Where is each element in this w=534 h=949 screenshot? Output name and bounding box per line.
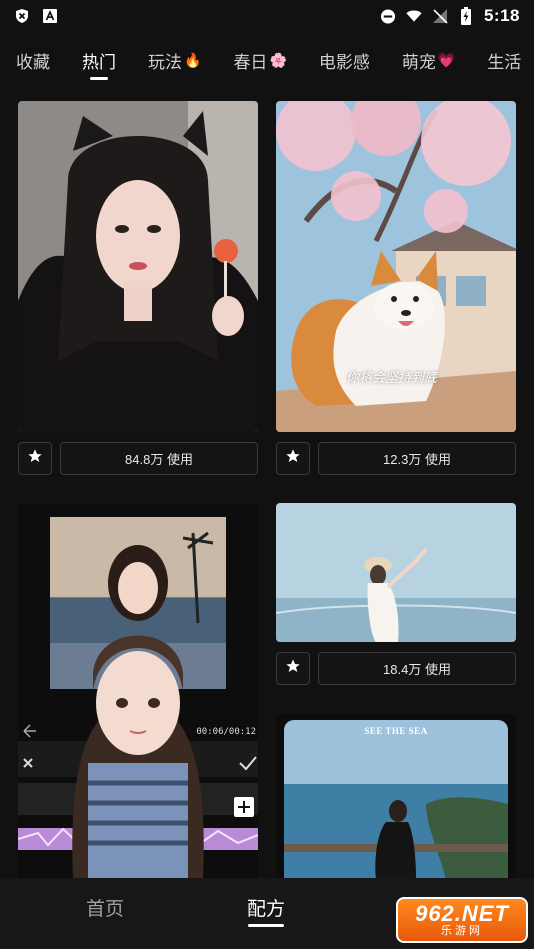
watermark-text: 962.NET	[415, 900, 509, 926]
text-a-icon	[42, 8, 58, 24]
tab-favorites[interactable]: 收藏	[0, 42, 66, 78]
card-actions: 18.4万 使用	[276, 652, 516, 685]
heart-icon: 💗	[437, 51, 456, 68]
tab-spring[interactable]: 春日 🌸	[217, 42, 302, 78]
tab-label: 玩法	[148, 52, 182, 72]
nav-label: 首页	[85, 899, 124, 920]
watermark-subtext: 乐游网	[441, 924, 483, 937]
tab-label: 春日	[233, 52, 268, 72]
tab-cinematic[interactable]: 电影感	[303, 42, 386, 78]
favorite-button[interactable]	[276, 442, 310, 475]
use-template-button[interactable]: 18.4万 使用	[318, 652, 516, 685]
no-signal-icon	[432, 8, 448, 24]
shield-x-icon	[14, 8, 30, 24]
tab-label: 电影感	[318, 52, 370, 72]
nav-home[interactable]: 首页	[0, 878, 210, 949]
tab-pets[interactable]: 萌宠 💗	[386, 42, 471, 78]
star-icon	[285, 658, 301, 679]
template-thumbnail[interactable]	[276, 503, 516, 642]
category-tabs: 收藏 热门 玩法 🔥 春日 🌸 电影感 萌宠 💗 生活	[0, 40, 534, 80]
thumbnail-caption: SEE THE SEA	[364, 726, 428, 736]
template-thumbnail[interactable]: 你将会坚持到底	[276, 101, 516, 432]
favorite-button[interactable]	[276, 652, 310, 685]
thumbnail-caption: 你将会坚持到底	[346, 370, 438, 385]
nav-recipe[interactable]: 配方	[210, 878, 322, 949]
template-thumbnail[interactable]: 00:06/00:12	[18, 503, 258, 879]
blossom-icon: 🌸	[269, 51, 287, 68]
use-template-button[interactable]: 12.3万 使用	[318, 442, 516, 475]
favorite-button[interactable]	[18, 442, 52, 475]
use-template-button[interactable]: 84.8万 使用	[60, 442, 258, 475]
card-actions: 12.3万 使用	[276, 442, 516, 475]
tab-label: 收藏	[16, 52, 50, 72]
status-bar: 5:18	[0, 0, 534, 32]
template-card[interactable]: 84.8万 使用	[18, 101, 258, 475]
template-thumbnail[interactable]: SEE THE SEA	[276, 714, 516, 879]
star-icon	[27, 448, 43, 469]
tab-label: 热门	[82, 52, 116, 72]
do-not-disturb-icon	[380, 8, 396, 24]
template-card[interactable]: 你将会坚持到底 12.3万 使用	[276, 101, 516, 475]
tab-popular[interactable]: 热门	[66, 42, 132, 80]
watermark-logo: 962.NET 乐游网	[396, 897, 528, 943]
template-card[interactable]: SEE THE SEA	[276, 714, 516, 879]
bottom-navigation: 首页 配方 962.NET 乐游网	[0, 878, 534, 949]
clock: 5:18	[483, 6, 520, 25]
timecode: 00:06/00:12	[196, 727, 256, 737]
template-thumbnail[interactable]	[18, 101, 258, 432]
wifi-icon	[406, 8, 422, 24]
nav-label: 配方	[246, 899, 285, 920]
tab-gameplay[interactable]: 玩法 🔥	[132, 42, 217, 78]
battery-charging-icon	[458, 7, 474, 25]
star-icon	[285, 448, 301, 469]
tab-life[interactable]: 生活	[471, 42, 534, 78]
template-card[interactable]: 00:06/00:12	[18, 503, 258, 879]
template-card[interactable]: 18.4万 使用	[276, 503, 516, 685]
fire-icon: 🔥	[184, 51, 202, 68]
card-actions: 84.8万 使用	[18, 442, 258, 475]
tab-label: 生活	[487, 52, 522, 72]
tab-label: 萌宠	[401, 52, 436, 72]
